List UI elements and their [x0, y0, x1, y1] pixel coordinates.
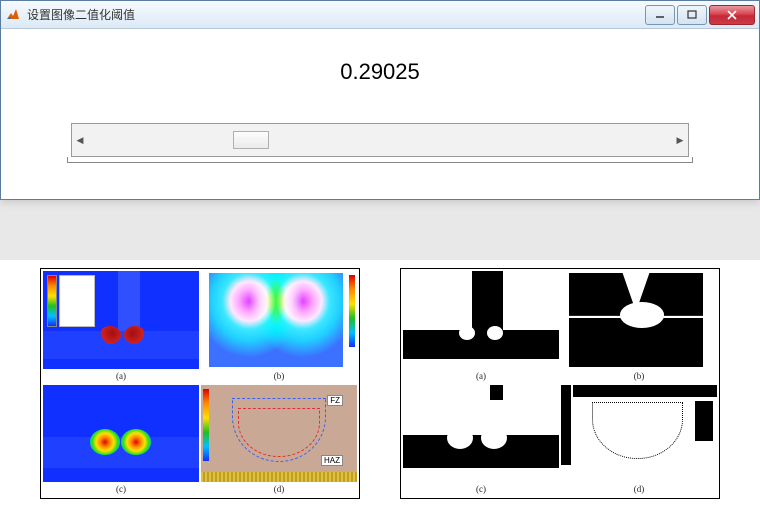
binary-panel-a [403, 271, 559, 369]
binary-panel-b [561, 271, 717, 369]
original-caption-d: (d) [201, 484, 357, 496]
close-button[interactable] [709, 5, 755, 25]
threshold-value: 0.29025 [41, 59, 719, 85]
original-caption-c: (c) [43, 484, 199, 496]
original-figure-grid: (a) (b) FZ HAZ (c) (d) [40, 268, 360, 499]
maximize-button[interactable] [677, 5, 707, 25]
threshold-slider[interactable]: ◀ ▶ [71, 117, 689, 163]
original-caption-a: (a) [43, 371, 199, 383]
slider-track[interactable]: ◀ ▶ [71, 123, 689, 157]
binary-panel-d [561, 385, 717, 483]
original-panel-a [43, 271, 199, 369]
original-caption-b: (b) [201, 371, 357, 383]
binary-caption-d: (d) [561, 484, 717, 496]
figures-area: (a) (b) FZ HAZ (c) (d) (a) (b) [0, 260, 760, 507]
titlebar[interactable]: 设置图像二值化阈值 [1, 1, 759, 29]
minimize-button[interactable] [645, 5, 675, 25]
slider-decrement-button[interactable]: ◀ [73, 131, 87, 149]
control-panel: 0.29025 ◀ ▶ [1, 29, 759, 199]
binary-caption-c: (c) [403, 484, 559, 496]
matlab-icon [5, 7, 21, 23]
dialog-window: 设置图像二值化阈值 0.29025 ◀ ▶ [0, 0, 760, 200]
label-fz: FZ [327, 395, 343, 406]
window-title: 设置图像二值化阈值 [27, 6, 643, 23]
binary-caption-a: (a) [403, 371, 559, 383]
slider-thumb[interactable] [233, 131, 269, 149]
original-panel-b [201, 271, 357, 369]
label-haz: HAZ [321, 455, 343, 466]
binary-panel-c [403, 385, 559, 483]
slider-increment-button[interactable]: ▶ [673, 131, 687, 149]
original-panel-d: FZ HAZ [201, 385, 357, 483]
binary-figure-grid: (a) (b) (c) (d) [400, 268, 720, 499]
original-panel-c [43, 385, 199, 483]
binary-caption-b: (b) [561, 371, 717, 383]
